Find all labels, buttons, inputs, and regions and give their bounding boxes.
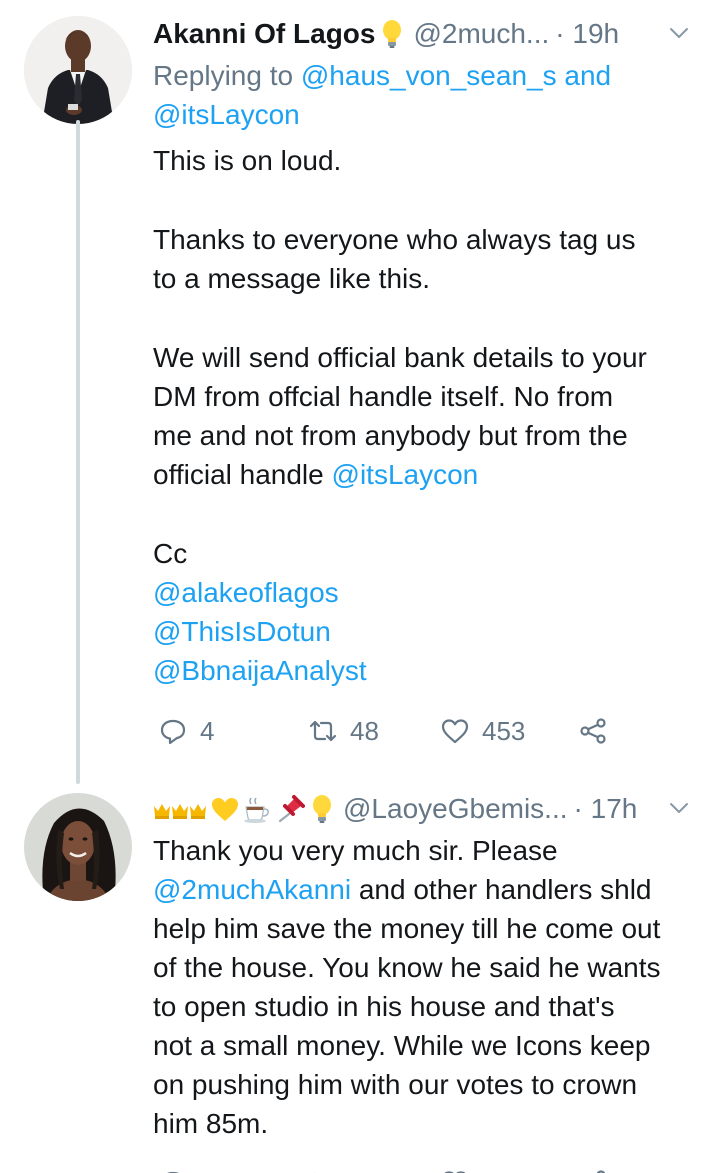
tweet-text-fragment: official handle	[153, 459, 324, 490]
chevron-down-icon[interactable]	[666, 795, 692, 821]
tweet-actions	[158, 1163, 628, 1173]
share-button[interactable]	[578, 711, 608, 751]
light-bulb-icon	[309, 794, 335, 824]
tweet-header: Akanni Of Lagos @2much... · 19h	[153, 14, 696, 54]
mention-link[interactable]: @ThisIsDotun	[153, 612, 331, 651]
timestamp[interactable]: · 17h	[574, 793, 638, 825]
tweet-text-line: official handle @itsLaycon	[153, 455, 478, 494]
chevron-down-icon[interactable]	[666, 20, 692, 46]
mention-link[interactable]: @itsLaycon	[153, 95, 300, 134]
tweet-text-line: me and not from anybody but from the	[153, 420, 628, 451]
light-bulb-icon	[379, 19, 405, 49]
tweet-text-line: of the house. You know he said he wants	[153, 952, 661, 983]
mention-link[interactable]: @2muchAkanni	[153, 874, 351, 905]
reply-icon	[158, 1168, 188, 1173]
tweet-text-line: Thanks to everyone who always tag us	[153, 224, 636, 255]
user-handle[interactable]: @2much...	[413, 18, 549, 50]
replying-and: and	[564, 60, 612, 91]
tweet-text-line: Thank you very much sir. Please	[153, 835, 558, 866]
heart-icon	[440, 716, 470, 746]
tweet-text-line: We will send official bank details to yo…	[153, 342, 647, 373]
tweet-header: @LaoyeGbemis... · 17h	[153, 789, 696, 829]
crown-icon	[153, 794, 171, 824]
share-button[interactable]	[578, 1163, 608, 1173]
tweet-akanni[interactable]: Akanni Of Lagos @2much... · 19h Replying…	[0, 0, 720, 785]
coffee-icon	[243, 794, 273, 824]
share-icon	[578, 1168, 608, 1173]
like-count: 453	[482, 715, 526, 746]
tweet-text-line: @2muchAkanni and other handlers shld	[153, 870, 652, 909]
cc-label: Cc	[153, 538, 188, 569]
avatar[interactable]	[24, 793, 132, 901]
tweet-actions: 4 48 453	[158, 711, 628, 751]
thread-connector-line	[76, 120, 80, 784]
mention-link[interactable]: @alakeoflagos	[153, 573, 339, 612]
tweet-text-line: him 85m.	[153, 1108, 269, 1139]
tweet-text-line: on pushing him with our votes to crown	[153, 1069, 638, 1100]
display-name[interactable]: Akanni Of Lagos	[153, 18, 375, 50]
reply-count: 4	[200, 715, 215, 746]
tweet-text-line: to open studio in his house and that's	[153, 991, 615, 1022]
retweet-icon	[308, 716, 338, 746]
tweet-text-line: not a small money. While we Icons keep	[153, 1030, 651, 1061]
reply-button[interactable]	[158, 1163, 188, 1173]
replying-to-line: Replying to @haus_von_sean_s and	[153, 56, 611, 95]
tweet-text-line: help him save the money till he come out	[153, 913, 661, 944]
mention-link[interactable]: @haus_von_sean_s	[301, 60, 557, 91]
mention-link[interactable]: @itsLaycon	[332, 459, 479, 490]
tweet-text-line: to a message like this.	[153, 263, 431, 294]
pin-icon	[277, 794, 305, 824]
like-button[interactable]	[440, 1163, 470, 1173]
tweet-laoye[interactable]: @LaoyeGbemis... · 17h Thank you very muc…	[0, 785, 720, 1173]
retweet-icon	[308, 1168, 338, 1173]
heart-icon	[440, 1168, 470, 1173]
crown-icon	[189, 794, 207, 824]
retweet-count: 48	[350, 715, 379, 746]
retweet-button[interactable]: 48	[308, 711, 379, 751]
like-button[interactable]: 453	[440, 711, 525, 751]
reply-button[interactable]: 4	[158, 711, 214, 751]
mention-link[interactable]: @BbnaijaAnalyst	[153, 651, 367, 690]
yellow-heart-icon	[211, 794, 239, 824]
crown-icon	[171, 794, 189, 824]
tweet-text-line: DM from offcial handle itself. No from	[153, 381, 614, 412]
tweet-text-fragment: and other handlers shld	[351, 874, 652, 905]
tweet-text-line: This is on loud.	[153, 145, 342, 176]
avatar[interactable]	[24, 16, 132, 124]
replying-to-label: Replying to	[153, 60, 294, 91]
user-handle[interactable]: @LaoyeGbemis...	[343, 793, 568, 825]
timestamp[interactable]: · 19h	[555, 18, 619, 50]
share-icon	[578, 716, 608, 746]
retweet-button[interactable]	[308, 1163, 338, 1173]
reply-icon	[158, 716, 188, 746]
